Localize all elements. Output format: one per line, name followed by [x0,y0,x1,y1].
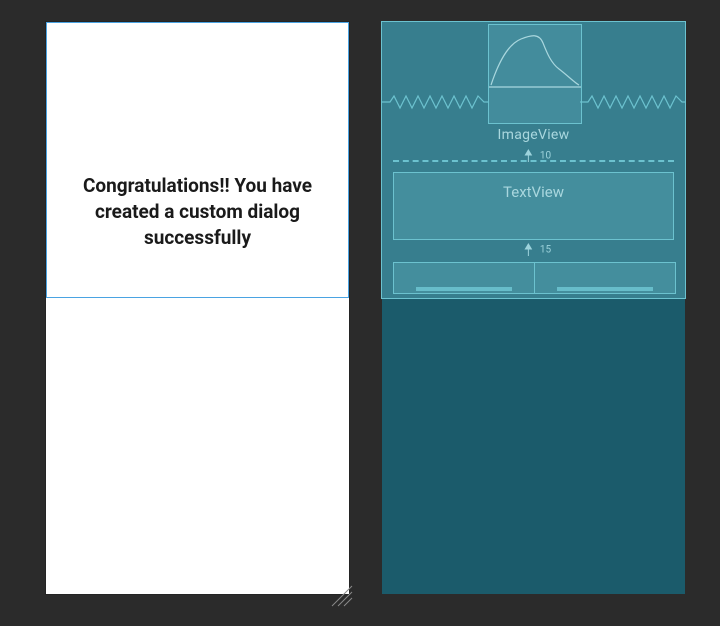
button-right[interactable] [534,263,675,293]
layout-editor: Congratulations!! You have created a cus… [0,0,720,626]
constraint-margin-top-value: 10 [540,151,551,162]
button-row [393,262,676,294]
dialog-message-text[interactable]: Congratulations!! You have created a cus… [61,173,334,251]
blueprint-root-container[interactable]: ImageView 10 TextView [382,22,685,298]
constraint-margin-mid: 15 [516,244,551,256]
constraint-margin-mid-value: 15 [540,245,551,256]
textview-label: TextView [503,183,564,201]
design-root-container[interactable]: Congratulations!! You have created a cus… [46,22,349,298]
textview-widget[interactable]: TextView [393,172,674,240]
constraint-margin-top: 10 [516,150,551,162]
blueprint-surface[interactable]: ImageView 10 TextView [382,22,685,594]
button-left[interactable] [394,263,534,293]
button-indicator [416,287,512,291]
design-preview-surface[interactable]: Congratulations!! You have created a cus… [46,22,349,594]
imageview-widget[interactable] [488,24,582,124]
imageview-label: ImageView [382,127,685,143]
button-indicator [557,287,653,291]
